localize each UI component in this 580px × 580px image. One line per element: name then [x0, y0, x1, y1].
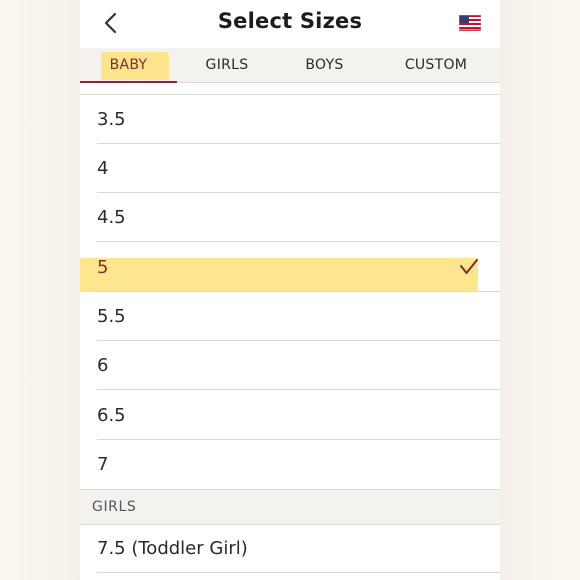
country-selector-button[interactable]	[458, 14, 482, 32]
size-label: 4	[97, 158, 109, 179]
row-divider	[97, 572, 500, 573]
size-picker-screen: Select Sizes BABY GIRLS BOYS CUSTOM 3.5	[80, 0, 500, 580]
size-option-6[interactable]: 6	[80, 341, 500, 390]
row-divider	[97, 241, 500, 242]
us-flag-icon	[458, 14, 482, 32]
size-label: 7	[97, 454, 109, 475]
section-title: GIRLS	[92, 499, 137, 515]
size-option-4-5[interactable]: 4.5	[80, 193, 500, 242]
size-option-3-5[interactable]: 3.5	[80, 95, 500, 144]
size-option-7[interactable]: 7	[80, 440, 500, 489]
size-option-5[interactable]: 5	[80, 243, 500, 292]
size-label: 6	[97, 355, 109, 376]
section-header-girls: GIRLS	[80, 489, 500, 525]
size-option-4[interactable]: 4	[80, 144, 500, 193]
tab-girls[interactable]: GIRLS	[177, 48, 277, 82]
background-right	[500, 0, 580, 580]
active-tab-indicator	[80, 81, 177, 83]
category-tabs: BABY GIRLS BOYS CUSTOM	[80, 48, 500, 83]
size-label: 4.5	[97, 207, 126, 228]
size-label: 7.5 (Toddler Girl)	[97, 538, 248, 559]
page-title: Select Sizes	[217, 9, 363, 33]
size-label: 6.5	[97, 405, 126, 426]
checkmark-icon	[460, 259, 478, 274]
header: Select Sizes	[80, 0, 500, 48]
tab-custom[interactable]: CUSTOM	[372, 48, 500, 82]
tab-boys[interactable]: BOYS	[277, 48, 372, 82]
size-label: 5	[97, 257, 109, 278]
size-option-6-5[interactable]: 6.5	[80, 391, 500, 440]
tab-baby[interactable]: BABY	[80, 48, 177, 82]
size-label: 3.5	[97, 109, 126, 130]
size-option-5-5[interactable]: 5.5	[80, 292, 500, 341]
row-divider	[97, 389, 500, 390]
background-left	[0, 0, 80, 580]
size-label: 5.5	[97, 306, 126, 327]
size-option-7-5-toddler-girl[interactable]: 7.5 (Toddler Girl)	[80, 524, 500, 573]
